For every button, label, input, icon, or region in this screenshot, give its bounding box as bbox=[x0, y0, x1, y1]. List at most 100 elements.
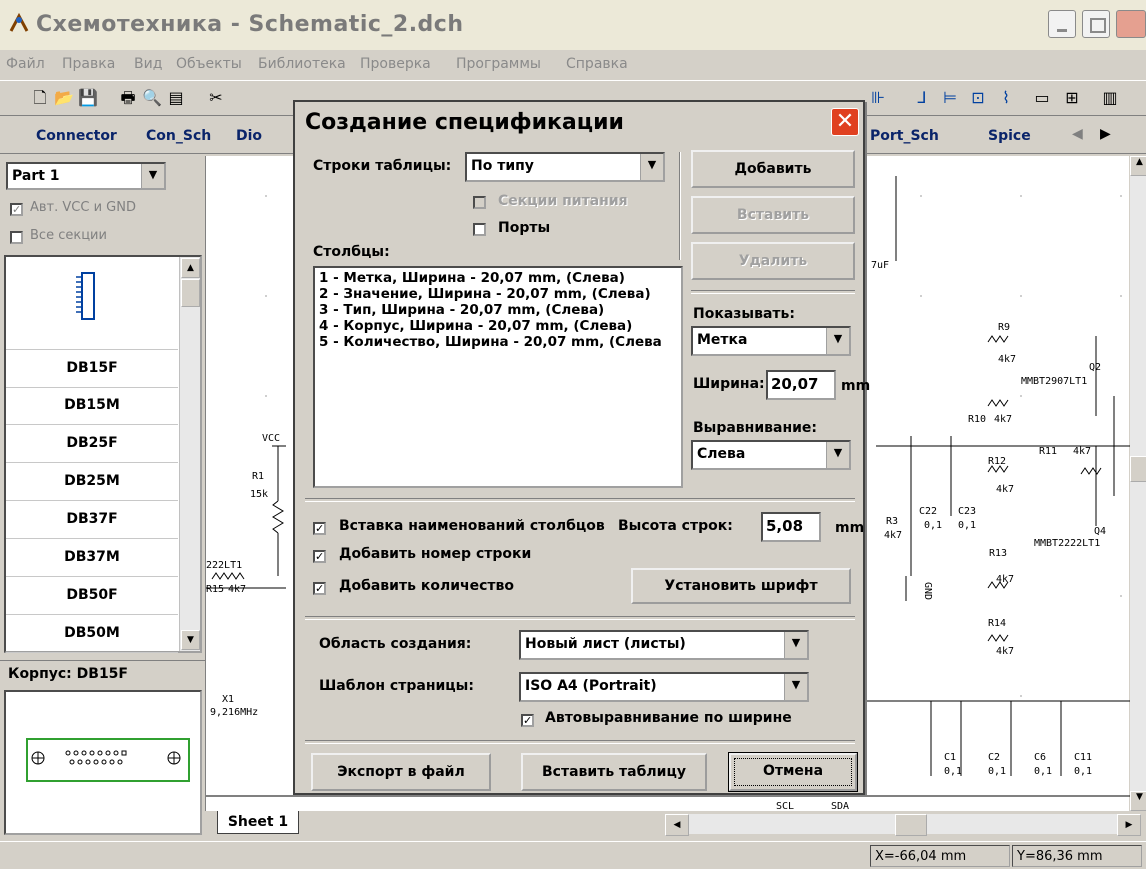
insert-column-names-checkbox[interactable]: ✓ bbox=[313, 522, 326, 535]
part-item-db37m[interactable]: DB37M bbox=[6, 539, 178, 577]
column-item[interactable]: 5 - Количество, Ширина - 20,07 mm, (Слев… bbox=[319, 334, 662, 350]
column-item[interactable]: 3 - Тип, Ширина - 20,07 mm, (Слева) bbox=[319, 302, 604, 318]
hscroll-thumb[interactable] bbox=[895, 814, 927, 836]
toolbar-more-icon[interactable]: ▥ bbox=[1100, 88, 1120, 108]
set-font-button[interactable]: Установить шрифт bbox=[631, 568, 851, 604]
parts-list-scrollbar[interactable]: ▲ ▼ bbox=[179, 257, 200, 651]
rows-select[interactable]: По типу ▼ bbox=[465, 152, 665, 182]
part-item-db25f[interactable]: DB25F bbox=[6, 425, 178, 463]
print-icon[interactable]: 🖶 bbox=[118, 88, 138, 108]
c23-label: C23 bbox=[958, 506, 977, 517]
row-height-input[interactable]: 5,08 bbox=[761, 512, 821, 542]
auto-align-width-checkbox[interactable]: ✓ bbox=[521, 714, 534, 727]
template-select[interactable]: ISO A4 (Portrait) ▼ bbox=[519, 672, 809, 702]
parts-list[interactable]: DB15F DB15M DB25F DB25M DB37F DB37M DB50… bbox=[4, 255, 202, 653]
menu-bar: Файл Правка Вид Объекты Библиотека Прове… bbox=[0, 50, 1146, 78]
align-select[interactable]: Слева ▼ bbox=[691, 440, 851, 470]
auto-align-width-label: Автовыравнивание по ширине bbox=[545, 710, 792, 726]
c6-label: C6 bbox=[1034, 752, 1047, 763]
part-item-db50f[interactable]: DB50F bbox=[6, 577, 178, 615]
cut-icon[interactable]: ✂ bbox=[206, 88, 226, 108]
dialog-title-bar: Создание спецификации ✕ bbox=[295, 102, 863, 142]
part-item-db15m[interactable]: DB15M bbox=[6, 387, 178, 425]
area-select[interactable]: Новый лист (листы) ▼ bbox=[519, 630, 809, 660]
save-icon[interactable]: 💾 bbox=[78, 88, 98, 108]
bus-icon[interactable]: ⊨ bbox=[940, 88, 960, 108]
all-sections-checkbox[interactable] bbox=[10, 231, 23, 244]
c2-value: 0,1 bbox=[988, 766, 1007, 777]
tab-connector[interactable]: Connector bbox=[36, 128, 117, 144]
menu-file[interactable]: Файл bbox=[6, 56, 45, 72]
menu-check[interactable]: Проверка bbox=[360, 56, 431, 72]
tab-scroll-left-icon[interactable]: ◀ bbox=[1072, 126, 1083, 142]
menu-edit[interactable]: Правка bbox=[62, 56, 115, 72]
column-item[interactable]: 2 - Значение, Ширина - 20,07 mm, (Слева) bbox=[319, 286, 651, 302]
tab-scroll-right-icon[interactable]: ▶ bbox=[1100, 126, 1111, 142]
show-select[interactable]: Метка ▼ bbox=[691, 326, 851, 356]
net-port-icon[interactable]: ⊡ bbox=[968, 88, 988, 108]
canvas-vscrollbar[interactable]: ▲ ▼ bbox=[1130, 156, 1146, 811]
column-item[interactable]: 4 - Корпус, Ширина - 20,07 mm, (Слева) bbox=[319, 318, 632, 334]
add-quantity-checkbox[interactable]: ✓ bbox=[313, 582, 326, 595]
window-close-button[interactable] bbox=[1116, 10, 1146, 38]
vertical-divider bbox=[679, 152, 681, 260]
scroll-thumb[interactable] bbox=[181, 279, 200, 307]
menu-programs[interactable]: Программы bbox=[456, 56, 541, 72]
cancel-button[interactable]: Отмена bbox=[729, 753, 857, 791]
r14-value: 4k7 bbox=[996, 646, 1015, 657]
status-bar: X=-66,04 mm Y=86,36 mm bbox=[0, 841, 1146, 869]
ic-icon[interactable]: ⊞ bbox=[1062, 88, 1082, 108]
scroll-up-icon[interactable]: ▲ bbox=[181, 258, 200, 278]
graphics-icon[interactable]: ⌇ bbox=[996, 88, 1016, 108]
component-icon[interactable]: ⊪ bbox=[868, 88, 888, 108]
columns-list[interactable]: 1 - Метка, Ширина - 20,07 mm, (Слева) 2 … bbox=[313, 266, 683, 488]
dialog-title: Создание спецификации bbox=[305, 110, 624, 135]
ports-checkbox[interactable] bbox=[473, 223, 486, 236]
new-file-icon[interactable]: 🗋 bbox=[30, 88, 50, 108]
minimize-icon bbox=[1057, 29, 1067, 32]
dialog-close-button[interactable]: ✕ bbox=[831, 108, 859, 136]
document-icon[interactable]: ▤ bbox=[166, 88, 186, 108]
chevron-down-icon: ▼ bbox=[826, 442, 849, 468]
insert-button[interactable]: Вставить bbox=[691, 196, 855, 234]
part-item-db15f[interactable]: DB15F bbox=[6, 349, 178, 388]
insert-table-button[interactable]: Вставить таблицу bbox=[521, 753, 707, 791]
rows-select-value: По типу bbox=[471, 158, 534, 174]
tab-dio[interactable]: Dio bbox=[236, 128, 262, 144]
hscroll-left-icon[interactable]: ◀ bbox=[665, 814, 689, 836]
part-item-db25m[interactable]: DB25M bbox=[6, 463, 178, 501]
sheet-tab-1[interactable]: Sheet 1 bbox=[217, 811, 299, 834]
auto-vcc-label: Авт. VCC и GND bbox=[30, 200, 136, 215]
scroll-down-icon[interactable]: ▼ bbox=[181, 630, 200, 650]
power-sections-checkbox[interactable] bbox=[473, 196, 486, 209]
menu-help[interactable]: Справка bbox=[566, 56, 628, 72]
minimize-button[interactable] bbox=[1048, 10, 1076, 38]
chip-icon[interactable]: ▭ bbox=[1032, 88, 1052, 108]
part-item-db50m[interactable]: DB50M bbox=[6, 615, 178, 653]
print-preview-icon[interactable]: 🔍 bbox=[142, 88, 162, 108]
menu-library[interactable]: Библиотека bbox=[258, 56, 346, 72]
part-select[interactable]: Part 1 ▼ bbox=[6, 162, 166, 190]
open-folder-icon[interactable]: 📂 bbox=[54, 88, 74, 108]
column-item[interactable]: 1 - Метка, Ширина - 20,07 mm, (Слева) bbox=[319, 270, 625, 286]
template-select-value: ISO A4 (Portrait) bbox=[525, 678, 657, 694]
add-button[interactable]: Добавить bbox=[691, 150, 855, 188]
tab-con-sch[interactable]: Con_Sch bbox=[146, 128, 211, 144]
add-row-number-checkbox[interactable]: ✓ bbox=[313, 550, 326, 563]
auto-vcc-checkbox[interactable]: ✓ bbox=[10, 203, 23, 216]
maximize-button[interactable] bbox=[1082, 10, 1110, 38]
export-to-file-button[interactable]: Экспорт в файл bbox=[311, 753, 491, 791]
vscroll-up-icon[interactable]: ▲ bbox=[1130, 156, 1146, 176]
wire-icon[interactable]: ⅃ bbox=[912, 88, 932, 108]
r3-label: R3 bbox=[886, 516, 899, 527]
vscroll-down-icon[interactable]: ▼ bbox=[1130, 791, 1146, 811]
menu-view[interactable]: Вид bbox=[134, 56, 162, 72]
tab-spice[interactable]: Spice bbox=[988, 128, 1031, 144]
hscroll-right-icon[interactable]: ▶ bbox=[1117, 814, 1141, 836]
tab-port-sch[interactable]: Port_Sch bbox=[870, 128, 939, 144]
vscroll-thumb[interactable] bbox=[1130, 456, 1146, 482]
menu-objects[interactable]: Объекты bbox=[176, 56, 242, 72]
width-input[interactable]: 20,07 bbox=[766, 370, 836, 400]
delete-button[interactable]: Удалить bbox=[691, 242, 855, 280]
part-item-db37f[interactable]: DB37F bbox=[6, 501, 178, 539]
